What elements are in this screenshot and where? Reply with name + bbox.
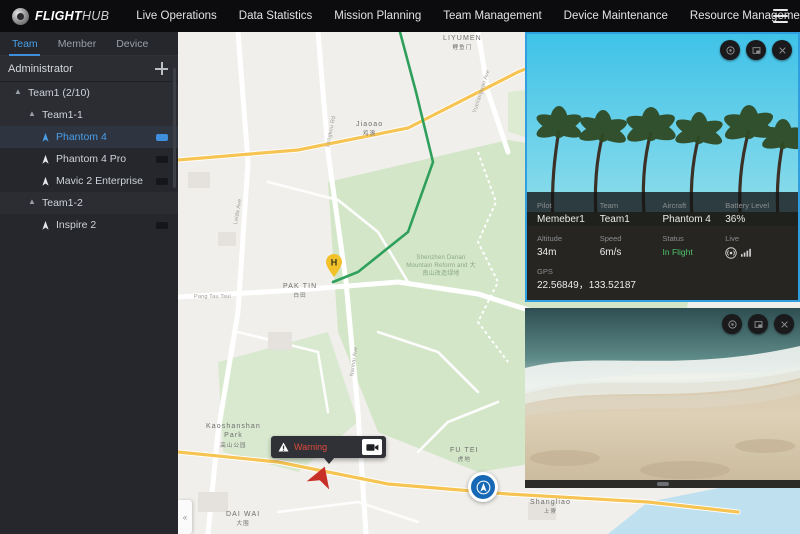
nav-item-list: Live Operations Data Statistics Mission … xyxy=(125,0,800,32)
warning-label: Warning xyxy=(294,442,328,452)
home-pin-icon[interactable]: H xyxy=(325,254,343,278)
device-label: Phantom 4 xyxy=(56,131,107,143)
device-status-pill xyxy=(156,133,168,141)
telemetry-value-speed: 6m/s xyxy=(599,247,622,258)
secondary-live-feed-panel[interactable] xyxy=(525,308,800,488)
telemetry-grid: Pilot Memeber1 Team Team1 Aircraft Phant… xyxy=(537,200,788,264)
aircraft-location-icon[interactable] xyxy=(468,472,498,502)
settings-gear-icon[interactable] xyxy=(720,40,740,60)
drone-icon xyxy=(40,132,51,143)
device-label: Inspire 2 xyxy=(56,219,97,231)
team-sidebar: Team Member Device Administrator ▲ Team1… xyxy=(0,32,178,534)
nav-item-data-statistics[interactable]: Data Statistics xyxy=(228,0,324,32)
primary-live-feed-panel[interactable]: Pilot Memeber1 Team Team1 Aircraft Phant… xyxy=(525,32,800,302)
drone-icon xyxy=(40,176,51,187)
chevron-up-icon: ▲ xyxy=(28,109,36,118)
signal-bars-icon xyxy=(741,248,752,257)
telemetry-overlay: Pilot Memeber1 Team Team1 Aircraft Phant… xyxy=(527,192,798,300)
tab-member[interactable]: Member xyxy=(50,38,109,55)
telemetry-value-team: Team1 xyxy=(599,214,630,225)
tree-group-label: Team1-1 xyxy=(42,109,83,121)
video-camera-icon[interactable] xyxy=(362,439,382,455)
brand-name-bold: FLIGHT xyxy=(35,9,82,23)
close-x-icon[interactable] xyxy=(774,314,794,334)
brand-wordmark: FLIGHTHUB xyxy=(35,9,109,23)
drone-icon xyxy=(40,220,51,231)
account-row: Administrator xyxy=(0,56,178,82)
sidebar-device-inspire-2[interactable]: Inspire 2 xyxy=(0,214,178,236)
account-label: Administrator xyxy=(8,62,73,75)
telemetry-label-battery-level: Battery Level xyxy=(725,201,770,210)
broadcast-icon xyxy=(725,246,737,259)
plus-icon[interactable] xyxy=(155,62,168,75)
live-video-beach-waves xyxy=(525,308,800,488)
warning-tooltip[interactable]: Warning xyxy=(271,436,386,464)
tab-device[interactable]: Device xyxy=(108,38,160,55)
flighthub-globe-icon xyxy=(12,7,29,25)
flighthub-live-operations-app: FLIGHTHUB Live Operations Data Statistic… xyxy=(0,0,800,534)
status-badge: In Flight xyxy=(662,247,693,257)
tree-group-team1-2[interactable]: ▲ Team1-2 xyxy=(0,192,178,214)
telemetry-value-altitude: 34m xyxy=(537,247,557,258)
device-status-pill xyxy=(156,221,168,229)
sidebar-device-phantom-4[interactable]: Phantom 4 xyxy=(0,126,178,148)
drone-icon xyxy=(40,154,51,165)
telemetry-label-altitude: Altitude xyxy=(537,234,563,243)
video-scrubber[interactable] xyxy=(525,480,800,488)
telemetry-label-team: Team xyxy=(599,201,619,210)
drone-arrow-marker-icon[interactable] xyxy=(306,464,336,490)
telemetry-value-pilot: Memeber1 xyxy=(537,214,585,225)
team-tree: ▲ Team1 (2/10) ▲ Team1-1 Phantom 4 Phant… xyxy=(0,82,178,236)
telemetry-label-gps: GPS xyxy=(537,267,553,276)
telemetry-label-pilot: Pilot xyxy=(537,201,552,210)
sidebar-device-mavic-2-enterprise[interactable]: Mavic 2 Enterprise xyxy=(0,170,178,192)
device-status-pill xyxy=(156,155,168,163)
telemetry-value-aircraft: Phantom 4 xyxy=(662,214,711,225)
nav-item-live-operations[interactable]: Live Operations xyxy=(125,0,228,32)
tab-team[interactable]: Team xyxy=(4,38,50,56)
tree-group-team1-1[interactable]: ▲ Team1-1 xyxy=(0,104,178,126)
sidebar-scrollbar[interactable] xyxy=(173,68,176,188)
sidebar-tab-bar: Team Member Device xyxy=(0,32,178,56)
scrubber-handle[interactable] xyxy=(656,482,669,486)
telemetry-label-live: Live xyxy=(725,234,740,243)
nav-item-team-management[interactable]: Team Management xyxy=(432,0,552,32)
tree-group-label: Team1-2 xyxy=(42,197,83,209)
nav-item-mission-planning[interactable]: Mission Planning xyxy=(323,0,432,32)
device-status-pill xyxy=(156,177,168,185)
telemetry-value-gps: 22.56849，133.52187 xyxy=(537,280,636,291)
telemetry-label-speed: Speed xyxy=(599,234,622,243)
nav-item-device-maintenance[interactable]: Device Maintenance xyxy=(553,0,679,32)
settings-gear-icon[interactable] xyxy=(722,314,742,334)
telemetry-label-status: Status xyxy=(662,234,684,243)
chevron-up-icon: ▲ xyxy=(14,87,22,96)
telemetry-value-battery-level: 36% xyxy=(725,214,746,225)
sidebar-device-phantom-4-pro[interactable]: Phantom 4 Pro xyxy=(0,148,178,170)
svg-text:H: H xyxy=(331,258,338,268)
primary-feed-controls xyxy=(720,40,792,60)
tree-group-label: Team1 (2/10) xyxy=(28,87,90,99)
device-label: Mavic 2 Enterprise xyxy=(56,175,143,187)
tree-group-team1[interactable]: ▲ Team1 (2/10) xyxy=(0,82,178,104)
chevron-double-left-icon[interactable]: « xyxy=(178,500,192,534)
warning-triangle-icon xyxy=(278,442,289,452)
chevron-up-icon: ▲ xyxy=(28,197,36,206)
secondary-feed-controls xyxy=(722,314,794,334)
live-status-icons xyxy=(725,245,788,260)
telemetry-label-aircraft: Aircraft xyxy=(662,201,687,210)
brand-logo[interactable]: FLIGHTHUB xyxy=(0,7,109,25)
brand-name-light: HUB xyxy=(81,9,110,23)
device-label: Phantom 4 Pro xyxy=(56,153,127,165)
gps-readout: GPS 22.56849，133.52187 xyxy=(537,266,788,293)
picture-in-picture-icon[interactable] xyxy=(748,314,768,334)
top-navigation-bar: FLIGHTHUB Live Operations Data Statistic… xyxy=(0,0,800,32)
close-x-icon[interactable] xyxy=(772,40,792,60)
picture-in-picture-icon[interactable] xyxy=(746,40,766,60)
hamburger-menu-icon[interactable] xyxy=(773,9,788,23)
